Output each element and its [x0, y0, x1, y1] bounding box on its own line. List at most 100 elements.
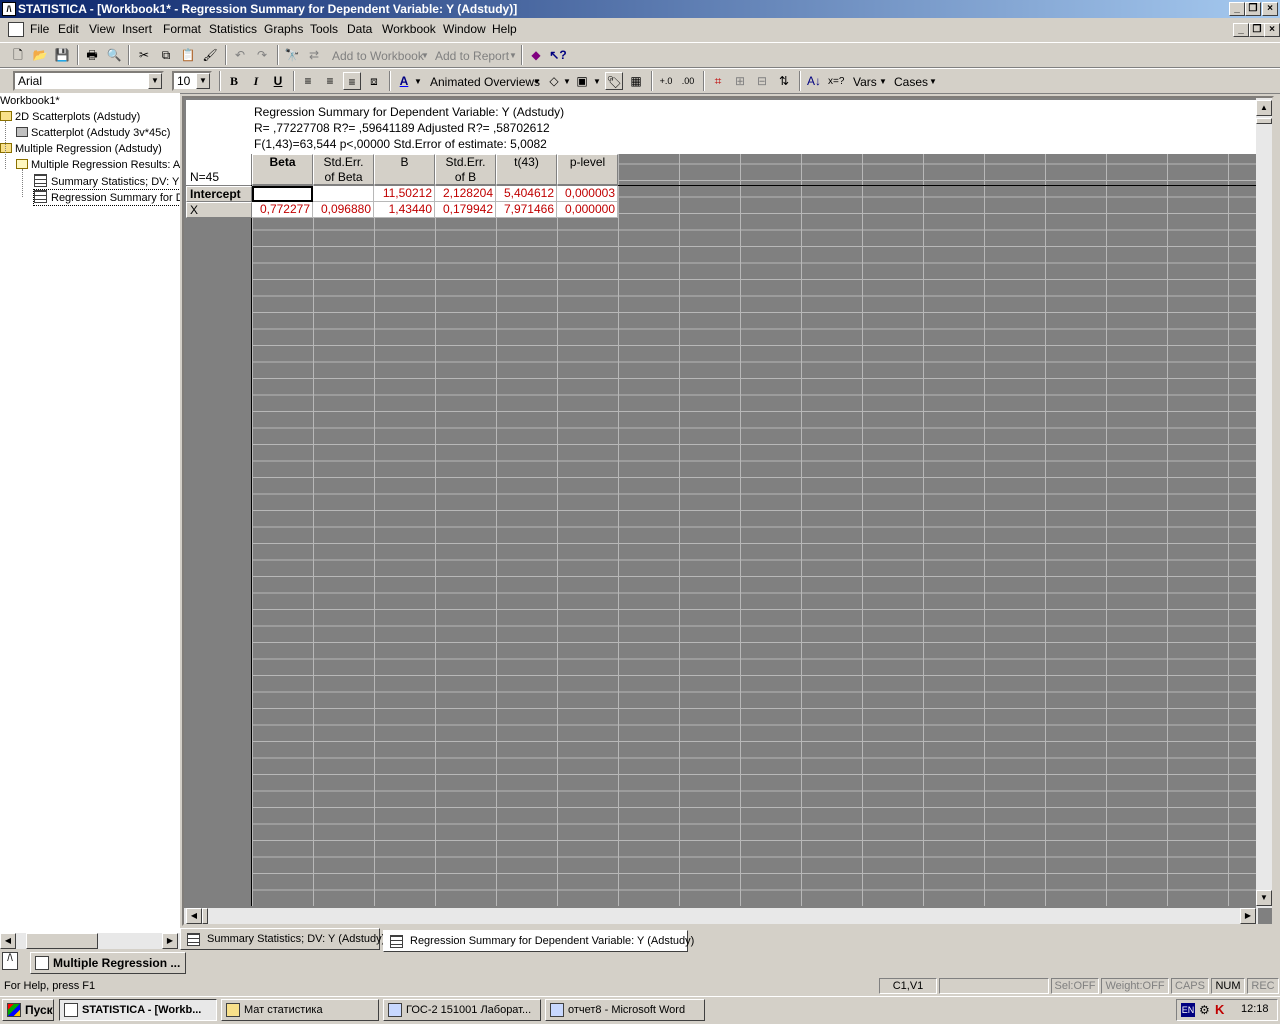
- vars-dropdown-icon[interactable]: ▼: [879, 73, 887, 91]
- column-header-beta[interactable]: Beta: [252, 154, 313, 185]
- menu-file[interactable]: File: [30, 19, 49, 40]
- align-right-icon[interactable]: ≡: [343, 72, 361, 90]
- chevron-down-icon[interactable]: ▼: [196, 73, 210, 89]
- table-cell-selected[interactable]: [252, 186, 313, 202]
- tree-item-selected[interactable]: Regression Summary for D: [33, 189, 180, 206]
- tree-scrollbar[interactable]: ◀ ▶: [0, 933, 180, 949]
- italic-button[interactable]: I: [247, 72, 265, 90]
- bold-button[interactable]: B: [225, 72, 243, 90]
- chevron-down-icon[interactable]: ▼: [148, 73, 162, 89]
- table-cell[interactable]: [313, 186, 374, 202]
- scroll-thumb[interactable]: [26, 933, 98, 949]
- document-icon[interactable]: [8, 22, 24, 37]
- network-icon[interactable]: ⚙: [1199, 1003, 1210, 1017]
- column-header-stderr-b[interactable]: Std.Err. of B: [435, 154, 496, 185]
- table-cell[interactable]: 0,000003: [557, 186, 618, 202]
- cases-dropdown-icon[interactable]: ▼: [929, 73, 937, 91]
- context-help-icon[interactable]: ↖?: [549, 46, 567, 64]
- font-color-dropdown-icon[interactable]: ▼: [414, 73, 422, 91]
- taskbar-item-statistica[interactable]: STATISTICA - [Workb...: [59, 999, 217, 1021]
- vars-button[interactable]: Vars: [853, 73, 877, 91]
- add-to-report-button[interactable]: Add to Report: [435, 47, 509, 65]
- menu-insert[interactable]: Insert: [122, 19, 152, 40]
- statistica-help-icon[interactable]: ◆: [527, 46, 545, 64]
- vertical-scrollbar[interactable]: ▲ ▼: [1256, 98, 1272, 908]
- close-button[interactable]: ×: [1262, 2, 1278, 16]
- row-header-x[interactable]: X: [186, 202, 252, 218]
- borders-icon[interactable]: ▣: [573, 72, 591, 90]
- tree-item[interactable]: 2D Scatterplots (Adstudy): [0, 110, 140, 124]
- add-to-report-dropdown-icon[interactable]: ▼: [509, 47, 517, 65]
- print-icon[interactable]: 🖶: [83, 46, 101, 64]
- paste-icon[interactable]: 📋: [179, 46, 197, 64]
- add-to-workbook-dropdown-icon[interactable]: ▼: [421, 47, 429, 65]
- decrease-decimal-icon[interactable]: .00: [679, 72, 697, 90]
- borders-dropdown-icon[interactable]: ▼: [593, 73, 601, 91]
- table-cell[interactable]: 0,772277: [252, 202, 313, 218]
- scroll-right-icon[interactable]: ▶: [1240, 908, 1256, 924]
- add-to-workbook-button[interactable]: Add to Workbook: [332, 47, 424, 65]
- merge-icon[interactable]: ⧈: [365, 72, 383, 90]
- scroll-right-icon[interactable]: ▶: [162, 933, 178, 949]
- doc-close-button[interactable]: ×: [1264, 23, 1280, 37]
- status-sel[interactable]: Sel:OFF: [1051, 978, 1099, 994]
- find-icon[interactable]: 🔭: [283, 46, 301, 64]
- fill-color-icon[interactable]: ◇: [545, 72, 563, 90]
- animated-overviews-button[interactable]: Animated Overviews: [430, 73, 540, 91]
- tab-regression-summary[interactable]: Regression Summary for Dependent Variabl…: [383, 930, 694, 952]
- table-cell[interactable]: 0,000000: [557, 202, 618, 218]
- cases-button[interactable]: Cases: [894, 73, 928, 91]
- font-color-icon[interactable]: A: [395, 72, 413, 90]
- font-name-combo[interactable]: Arial ▼: [13, 71, 164, 91]
- align-center-icon[interactable]: ≡: [321, 72, 339, 90]
- taskbar-item-folder[interactable]: Мат статистика: [221, 999, 379, 1021]
- new-icon[interactable]: 🗋: [9, 46, 27, 64]
- cut-icon[interactable]: ✂: [135, 46, 153, 64]
- table-cell[interactable]: 7,971466: [496, 202, 557, 218]
- table-cell[interactable]: 0,096880: [313, 202, 374, 218]
- scroll-left-icon[interactable]: ◀: [0, 933, 16, 949]
- align-left-icon[interactable]: ≡: [299, 72, 317, 90]
- column-header-b[interactable]: B: [374, 154, 435, 185]
- print-preview-icon[interactable]: 🔍: [105, 46, 123, 64]
- status-weight[interactable]: Weight:OFF: [1101, 978, 1169, 994]
- scroll-thumb[interactable]: [1256, 118, 1272, 124]
- menu-help[interactable]: Help: [492, 19, 517, 40]
- taskbar-item-word-doc2[interactable]: отчет8 - Microsoft Word: [545, 999, 705, 1021]
- increase-decimal-icon[interactable]: +.0: [657, 72, 675, 90]
- tree-item[interactable]: Multiple Regression Results: A: [16, 158, 180, 172]
- doc-minimize-button[interactable]: _: [1233, 23, 1249, 37]
- scroll-thumb[interactable]: [202, 908, 208, 924]
- column-header-stderr-beta[interactable]: Std.Err. of Beta: [313, 154, 374, 185]
- menu-workbook[interactable]: Workbook: [382, 19, 436, 40]
- transpose-icon[interactable]: ⇅: [775, 72, 793, 90]
- tab-summary-statistics[interactable]: Summary Statistics; DV: Y (Adstudy): [180, 928, 385, 950]
- spreadsheet-grid[interactable]: Regression Summary for Dependent Variabl…: [186, 100, 1256, 906]
- copy-icon[interactable]: ⧉: [157, 46, 175, 64]
- column-header-t[interactable]: t(43): [496, 154, 557, 185]
- open-icon[interactable]: 📂: [31, 46, 49, 64]
- table-cell[interactable]: 1,43440: [374, 202, 435, 218]
- table-cell[interactable]: 11,50212: [374, 186, 435, 202]
- sort-icon[interactable]: A↓: [805, 72, 823, 90]
- tree-item[interactable]: Scatterplot (Adstudy 3v*45c): [16, 126, 170, 140]
- tree-root[interactable]: Workbook1*: [0, 94, 60, 108]
- row-header-intercept[interactable]: Intercept: [186, 186, 252, 202]
- menu-window[interactable]: Window: [443, 19, 486, 40]
- underline-button[interactable]: U: [269, 72, 287, 90]
- animated-overviews-dropdown-icon[interactable]: ▼: [533, 73, 541, 91]
- minimize-button[interactable]: _: [1229, 2, 1245, 16]
- scroll-up-icon[interactable]: ▲: [1256, 100, 1272, 116]
- redo-icon[interactable]: ↷: [253, 46, 271, 64]
- menu-view[interactable]: View: [89, 19, 115, 40]
- replace-icon[interactable]: ⇄: [305, 46, 323, 64]
- marking-icon[interactable]: 🏷: [605, 72, 623, 90]
- doc-restore-button[interactable]: ❐: [1249, 23, 1265, 37]
- menu-graphs[interactable]: Graphs: [264, 19, 303, 40]
- format-painter-icon[interactable]: 🖌: [201, 46, 219, 64]
- block-stats-icon[interactable]: ⊟: [753, 72, 771, 90]
- antivirus-icon[interactable]: K: [1215, 1002, 1224, 1017]
- horizontal-scrollbar[interactable]: ◀ ▶: [184, 908, 1258, 924]
- menu-data[interactable]: Data: [347, 19, 372, 40]
- start-button[interactable]: Пуск: [2, 999, 54, 1021]
